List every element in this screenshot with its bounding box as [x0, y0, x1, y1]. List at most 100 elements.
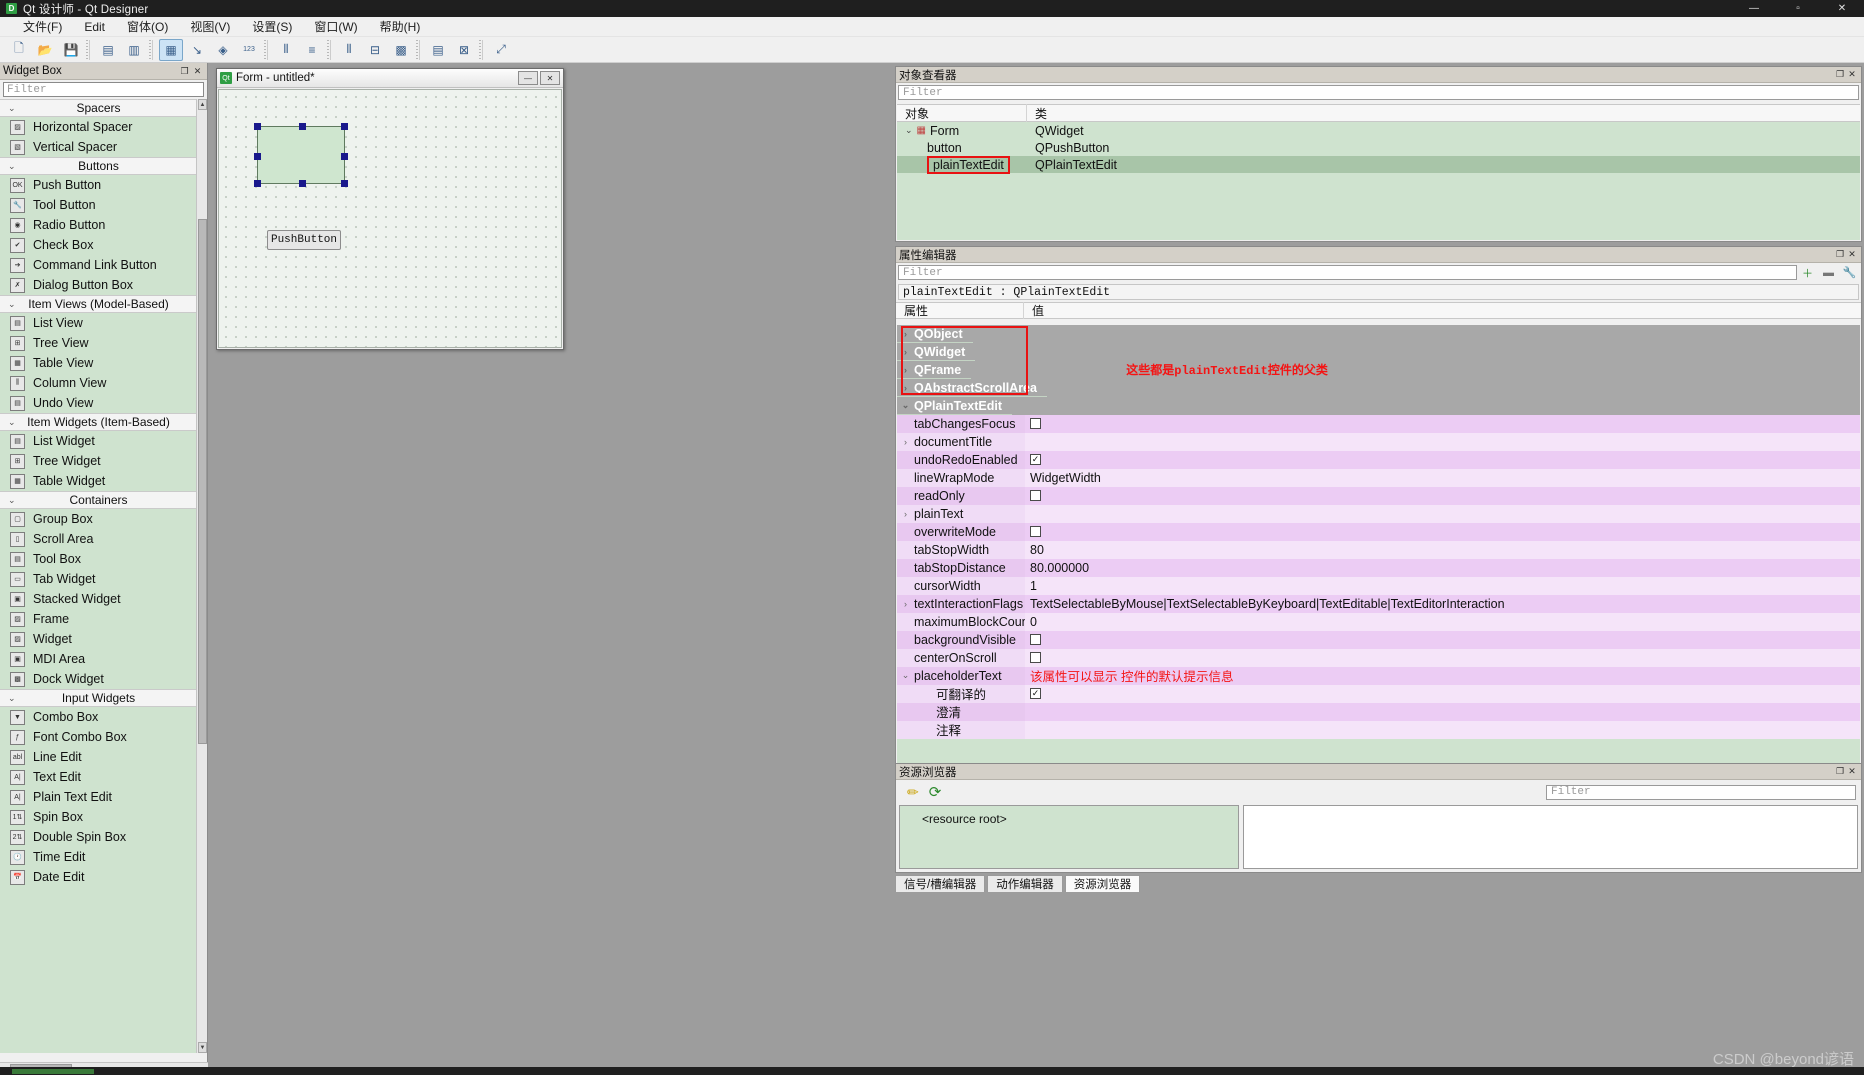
- widget-item-frame[interactable]: ▨ Frame: [0, 609, 197, 629]
- widget-group-item-widgets-item-based[interactable]: ⌄ Item Widgets (Item-Based): [0, 413, 197, 431]
- widget-item-table-widget[interactable]: ▦ Table Widget: [0, 471, 197, 491]
- widget-item-list-view[interactable]: ▤ List View: [0, 313, 197, 333]
- property-value-cell[interactable]: ✓: [1025, 684, 1860, 703]
- object-inspector-close-button[interactable]: ✕: [1846, 69, 1858, 81]
- widget-box-close-button[interactable]: ✕: [191, 65, 204, 78]
- column-header-property[interactable]: 属性: [896, 302, 1024, 319]
- edit-buddies-icon[interactable]: ◈: [211, 39, 235, 61]
- property-row[interactable]: 澄清: [897, 702, 1860, 721]
- object-tree-row[interactable]: ⌄ ▦ Form QWidget: [897, 122, 1860, 139]
- property-checkbox[interactable]: [1030, 526, 1041, 537]
- property-checkbox[interactable]: ✓: [1030, 454, 1041, 465]
- widget-item-date-edit[interactable]: 📅 Date Edit: [0, 867, 197, 887]
- edit-signals-slots-icon[interactable]: ↘: [185, 39, 209, 61]
- layout-splitter-v-icon[interactable]: ⊟: [363, 39, 387, 61]
- layout-vertically-icon[interactable]: ≡: [300, 39, 324, 61]
- redo-icon[interactable]: ▥: [122, 39, 146, 61]
- menu-file[interactable]: 文件(F): [12, 16, 73, 37]
- property-value-cell[interactable]: [1025, 720, 1860, 739]
- property-row[interactable]: › plainText: [897, 504, 1860, 523]
- widget-item-text-edit[interactable]: A| Text Edit: [0, 767, 197, 787]
- property-value-cell[interactable]: [1025, 504, 1860, 523]
- property-value-cell[interactable]: 80: [1025, 540, 1860, 559]
- maximize-button[interactable]: ▫: [1776, 0, 1820, 17]
- property-row[interactable]: › textInteractionFlags TextSelectableByMou…: [897, 594, 1860, 613]
- widget-item-vertical-spacer[interactable]: ▧ Vertical Spacer: [0, 137, 197, 157]
- expand-chevron-icon[interactable]: ›: [897, 361, 914, 379]
- menu-form[interactable]: 窗体(O): [116, 16, 179, 37]
- save-form-icon[interactable]: 💾: [59, 39, 83, 61]
- object-inspector-filter-input[interactable]: Filter: [898, 85, 1859, 100]
- layout-horizontally-icon[interactable]: ⦀: [274, 39, 298, 61]
- property-editor-close-button[interactable]: ✕: [1846, 249, 1858, 261]
- scroll-up-arrow-icon[interactable]: ▲: [198, 99, 207, 110]
- widget-item-dialog-button-box[interactable]: ✗ Dialog Button Box: [0, 275, 197, 295]
- widget-item-undo-view[interactable]: ▤ Undo View: [0, 393, 197, 413]
- menu-help[interactable]: 帮助(H): [369, 16, 432, 37]
- remove-property-icon[interactable]: ▬: [1820, 265, 1837, 280]
- resource-preview-pane[interactable]: [1243, 805, 1858, 869]
- property-row[interactable]: lineWrapMode WidgetWidth: [897, 468, 1860, 487]
- expand-chevron-icon[interactable]: ›: [897, 432, 914, 451]
- widget-item-time-edit[interactable]: 🕐 Time Edit: [0, 847, 197, 867]
- property-row[interactable]: › documentTitle: [897, 432, 1860, 451]
- widget-item-tool-box[interactable]: ▤ Tool Box: [0, 549, 197, 569]
- scrollbar-thumb[interactable]: [198, 219, 207, 744]
- bottom-tab-resource-browser[interactable]: 资源浏览器: [1064, 875, 1141, 892]
- expand-chevron-icon[interactable]: ›: [897, 343, 914, 361]
- property-value-cell[interactable]: WidgetWidth: [1025, 468, 1860, 487]
- property-value-cell[interactable]: 这些都是plainTextEdit控件的父类: [971, 360, 1860, 379]
- column-header-object[interactable]: 对象: [897, 104, 1027, 122]
- widget-item-combo-box[interactable]: ▼ Combo Box: [0, 707, 197, 727]
- resource-browser-float-button[interactable]: ❐: [1834, 766, 1846, 778]
- resize-handle-ne[interactable]: [341, 123, 348, 130]
- layout-grid-icon[interactable]: ▩: [389, 39, 413, 61]
- property-value-cell[interactable]: [1025, 702, 1860, 721]
- widget-item-table-view[interactable]: ▦ Table View: [0, 353, 197, 373]
- widget-item-column-view[interactable]: ⫼ Column View: [0, 373, 197, 393]
- widget-item-dock-widget[interactable]: ▩ Dock Widget: [0, 669, 197, 689]
- widget-group-item-views-model-based[interactable]: ⌄ Item Views (Model-Based): [0, 295, 197, 313]
- column-header-class[interactable]: 类: [1027, 105, 1860, 122]
- property-checkbox[interactable]: [1030, 652, 1041, 663]
- undo-icon[interactable]: ▤: [96, 39, 120, 61]
- form-close-button[interactable]: ✕: [540, 71, 560, 85]
- widget-item-double-spin-box[interactable]: 2⇅ Double Spin Box: [0, 827, 197, 847]
- property-editor-float-button[interactable]: ❐: [1834, 249, 1846, 261]
- property-row[interactable]: ⌄ placeholderText 该属性可以显示 控件的默认提示信息: [897, 666, 1860, 685]
- widget-item-spin-box[interactable]: 1⇅ Spin Box: [0, 807, 197, 827]
- widget-group-containers[interactable]: ⌄ Containers: [0, 491, 197, 509]
- property-row[interactable]: › QObject: [897, 325, 1860, 343]
- property-value-cell[interactable]: TextSelectableByMouse|TextSelectableByKe…: [1025, 594, 1860, 613]
- property-value-cell[interactable]: ✓: [1025, 450, 1860, 469]
- property-row[interactable]: tabStopWidth 80: [897, 540, 1860, 559]
- property-checkbox[interactable]: [1030, 418, 1041, 429]
- property-row[interactable]: undoRedoEnabled ✓: [897, 450, 1860, 469]
- object-tree-row[interactable]: button QPushButton: [897, 139, 1860, 156]
- property-row[interactable]: tabStopDistance 80.000000: [897, 558, 1860, 577]
- widget-item-font-combo-box[interactable]: ƒ Font Combo Box: [0, 727, 197, 747]
- layout-form-icon[interactable]: ▤: [426, 39, 450, 61]
- adjust-size-icon[interactable]: ⤢: [489, 39, 513, 61]
- collapse-chevron-icon[interactable]: ⌄: [897, 666, 914, 685]
- widget-item-push-button[interactable]: OK Push Button: [0, 175, 197, 195]
- property-value-cell[interactable]: [972, 325, 1860, 343]
- widget-item-tab-widget[interactable]: ▭ Tab Widget: [0, 569, 197, 589]
- widget-box-filter-input[interactable]: Filter: [3, 82, 204, 97]
- widget-item-widget[interactable]: ▨ Widget: [0, 629, 197, 649]
- edit-resources-icon[interactable]: ✏: [907, 784, 919, 801]
- widget-item-scroll-area[interactable]: ▯ Scroll Area: [0, 529, 197, 549]
- widget-item-tree-view[interactable]: ⊞ Tree View: [0, 333, 197, 353]
- widget-item-check-box[interactable]: ✔ Check Box: [0, 235, 197, 255]
- form-canvas[interactable]: PushButton: [218, 89, 562, 348]
- property-value-cell[interactable]: 80.000000: [1025, 558, 1860, 577]
- property-editor-filter-input[interactable]: Filter: [898, 265, 1797, 280]
- resize-handle-sw[interactable]: [254, 180, 261, 187]
- widget-item-tool-button[interactable]: 🔧 Tool Button: [0, 195, 197, 215]
- widget-item-list-widget[interactable]: ▤ List Widget: [0, 431, 197, 451]
- property-value-cell[interactable]: [1025, 630, 1860, 649]
- property-value-cell[interactable]: [1025, 432, 1860, 451]
- menu-view[interactable]: 视图(V): [179, 16, 241, 37]
- property-value-cell[interactable]: [1025, 414, 1860, 433]
- widget-item-tree-widget[interactable]: ⊞ Tree Widget: [0, 451, 197, 471]
